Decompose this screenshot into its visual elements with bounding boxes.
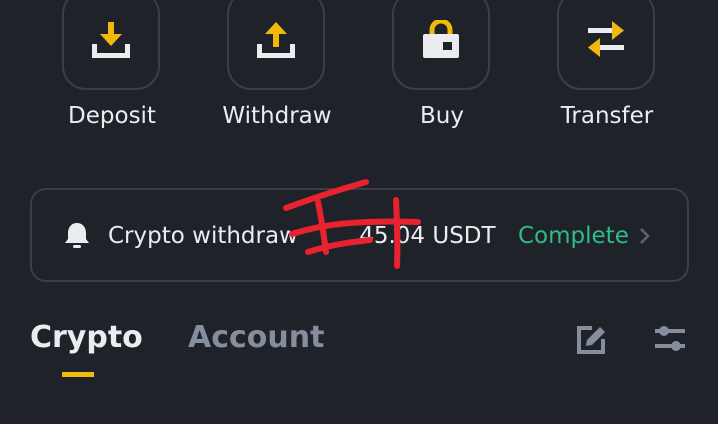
notice-text-prefix: Crypto withdraw (108, 223, 298, 249)
deposit-icon (92, 22, 130, 58)
filter-icon[interactable] (653, 322, 687, 356)
buy-label: Buy (420, 103, 464, 129)
deposit-label: Deposit (68, 103, 156, 129)
chevron-right-icon[interactable] (638, 227, 652, 245)
edit-icon[interactable] (574, 322, 608, 356)
transfer-action[interactable]: Transfer (541, 0, 673, 140)
transfer-label: Transfer (560, 103, 654, 129)
buy-icon (423, 20, 459, 58)
deposit-action[interactable]: Deposit (46, 0, 178, 140)
buy-action[interactable]: Buy (376, 0, 508, 140)
transfer-icon (588, 21, 624, 57)
withdraw-label: Withdraw (222, 103, 332, 129)
buy-button[interactable] (392, 0, 490, 90)
tab-account[interactable]: Account (188, 320, 324, 355)
withdraw-icon (257, 22, 295, 58)
active-tab-indicator (62, 372, 94, 377)
asset-row-name-partial (100, 386, 180, 424)
status-badge: Complete (518, 223, 629, 249)
wallet-screen: Deposit Withdraw Buy Transfer Crypto wit… (0, 0, 718, 424)
withdraw-action[interactable]: Withdraw (211, 0, 343, 140)
redaction-scribble (283, 179, 421, 269)
tab-crypto[interactable]: Crypto (30, 320, 143, 355)
transfer-button[interactable] (557, 0, 655, 90)
withdraw-button[interactable] (227, 0, 325, 90)
bell-icon (65, 223, 89, 248)
deposit-button[interactable] (62, 0, 160, 90)
